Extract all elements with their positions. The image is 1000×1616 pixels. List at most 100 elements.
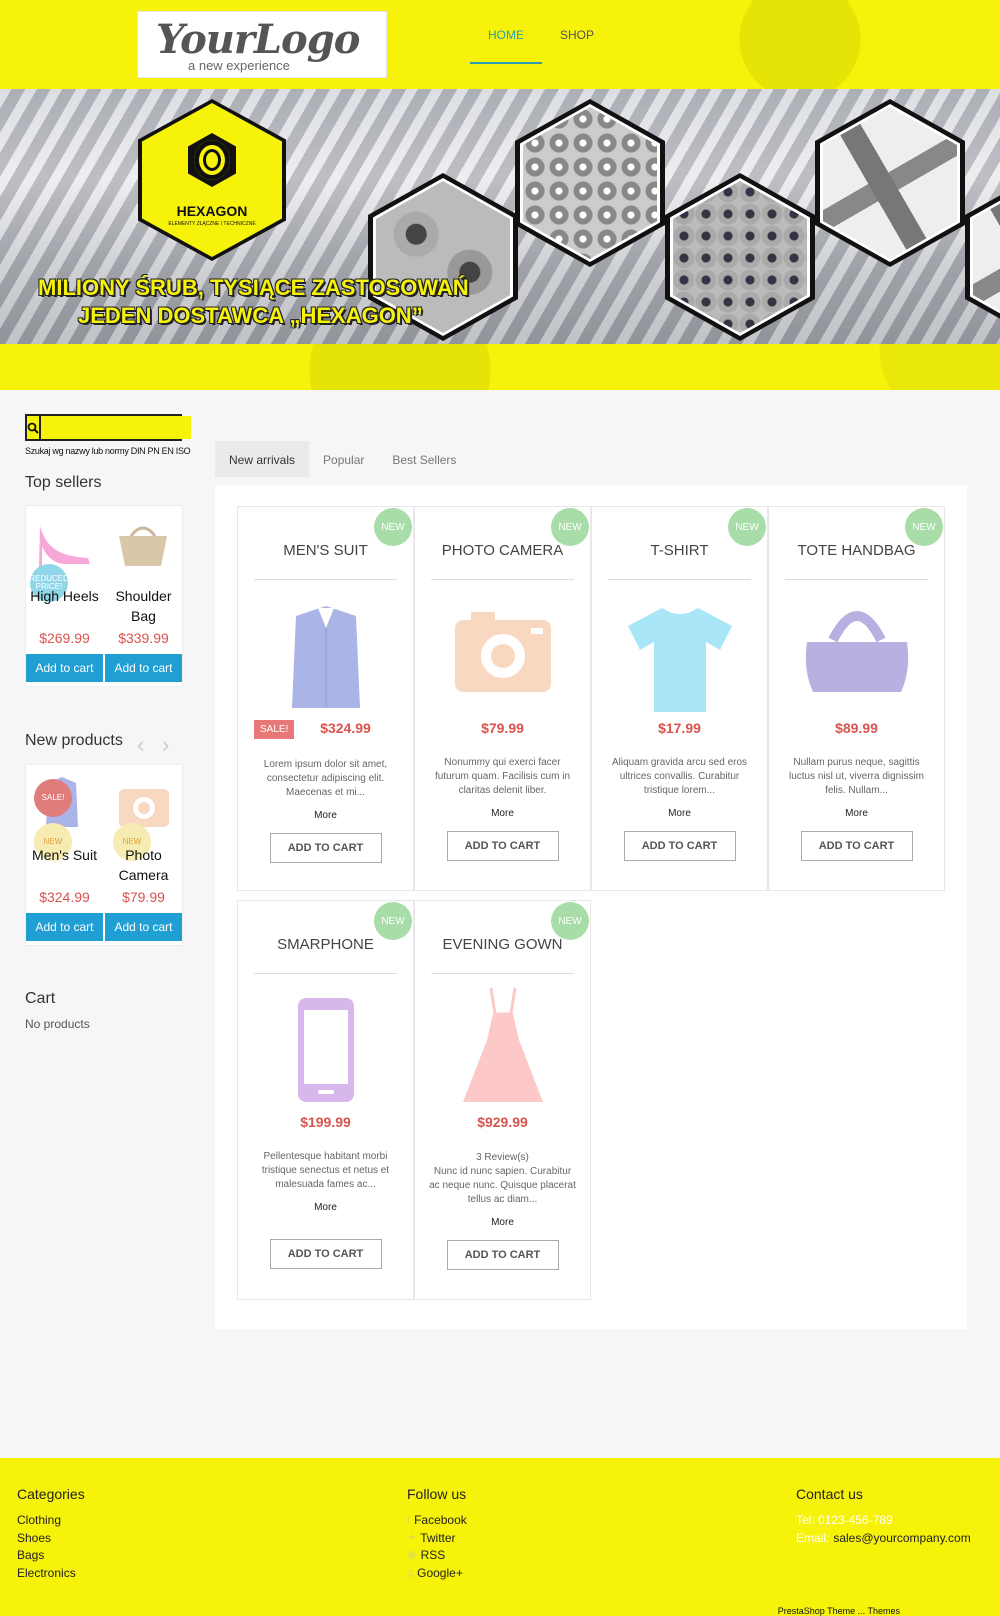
evening-gown-image[interactable] (415, 974, 590, 1114)
contact-email-label: Email: (796, 1530, 830, 1545)
product-description: Nunc id nunc sapien. Curabitur ac neque … (429, 1166, 576, 1205)
footer-categories: Categories Clothing Shoes Bags Electroni… (17, 1486, 85, 1582)
search-button[interactable] (27, 416, 41, 439)
chevron-left-icon[interactable]: ‹ (137, 732, 144, 758)
search-hint: Szukaj wg nazwy lub normy DIN PN EN ISO (25, 446, 191, 456)
more-link[interactable]: More (415, 1217, 590, 1228)
t-shirt-image[interactable] (592, 580, 767, 720)
new-badge: NEW (905, 508, 943, 546)
smartphone-image[interactable] (238, 974, 413, 1114)
logo-text: YourLogo (156, 16, 360, 63)
product-price: $339.99 (118, 630, 169, 646)
google-plus-icon: g (407, 1566, 414, 1579)
photo-camera-image[interactable]: NEW (105, 765, 182, 861)
footer-contact: Contact us Tel: 0123-456-789 Email: sales… (796, 1486, 971, 1547)
add-to-cart-button[interactable]: ADD TO CART (623, 831, 736, 861)
category-link-shoes[interactable]: Shoes (17, 1530, 85, 1548)
add-to-cart-button[interactable]: Add to cart (105, 654, 182, 682)
product-price: $79.99 (481, 720, 524, 736)
category-link-electronics[interactable]: Electronics (17, 1565, 85, 1583)
product-description: Nonummy qui exerci facer futurum quam. F… (434, 757, 571, 796)
cart-title: Cart (25, 990, 56, 1007)
cart-empty-text: No products (25, 1017, 90, 1031)
mens-suit-image[interactable]: SALE! NEW (26, 765, 103, 861)
footer-credit[interactable]: PrestaShop Theme ... Themes (778, 1606, 900, 1616)
main-nav: HOME SHOP (470, 22, 612, 64)
product-card[interactable]: NEW T-SHIRT $17.99 Aliquam gravida arcu … (591, 506, 768, 891)
more-link[interactable]: More (238, 1202, 413, 1213)
product-name[interactable]: Shoulder Bag (105, 586, 182, 626)
top-seller-item[interactable]: Shoulder Bag $339.99 Add to cart (105, 506, 182, 686)
category-link-clothing[interactable]: Clothing (17, 1512, 85, 1530)
add-to-cart-button[interactable]: Add to cart (26, 913, 103, 941)
banner-brand: HEXAGON (176, 203, 248, 219)
footer: Categories Clothing Shoes Bags Electroni… (0, 1458, 1000, 1616)
top-seller-item[interactable]: REDUCED PRICE! High Heels $269.99 Add to… (26, 506, 103, 686)
add-to-cart-button[interactable]: Add to cart (105, 913, 182, 941)
product-name[interactable]: Men's Suit (26, 845, 103, 865)
product-card[interactable]: NEW TOTE HANDBAG $89.99 Nullam purus neq… (768, 506, 945, 891)
photo-camera-image[interactable] (415, 580, 590, 720)
new-badge: NEW (374, 508, 412, 546)
mens-suit-image[interactable] (238, 580, 413, 720)
site-logo[interactable]: YourLogo a new experience (137, 11, 387, 78)
sale-label: SALE! (254, 720, 295, 739)
footer-contact-title: Contact us (796, 1486, 863, 1502)
product-tabs: New arrivals Popular Best Sellers (215, 441, 470, 477)
facebook-label: Facebook (414, 1513, 467, 1527)
more-link[interactable]: More (415, 808, 590, 819)
add-to-cart-button[interactable]: ADD TO CART (800, 831, 913, 861)
tab-new-arrivals[interactable]: New arrivals (215, 441, 310, 477)
search-input[interactable] (41, 416, 191, 439)
contact-email[interactable]: sales@yourcompany.com (833, 1530, 970, 1548)
product-price: $324.99 (39, 889, 90, 905)
new-products-title: New products (25, 732, 123, 749)
twitter-link[interactable]: ✦ Twitter (407, 1530, 467, 1548)
facebook-link[interactable]: f Facebook (407, 1512, 467, 1530)
rss-link[interactable]: ◉ RSS (407, 1547, 467, 1565)
new-product-item[interactable]: NEW Photo Camera $79.99 Add to cart (105, 765, 182, 945)
product-card[interactable]: NEW SMARPHONE $199.99 Pellentesque habit… (237, 900, 414, 1300)
contact-phone: Tel: 0123-456-789 (796, 1513, 893, 1527)
high-heels-image[interactable]: REDUCED PRICE! (26, 506, 103, 602)
product-card[interactable]: NEW EVENING GOWN $929.99 3 Review(s) Nun… (414, 900, 591, 1300)
more-link[interactable]: More (238, 810, 413, 821)
banner-slogan-1: MILIONY ŚRUB, TYSIĄCE ZASTOSOWAŃ (38, 275, 469, 300)
product-description: Nullam purus neque, sagittis luctus nisl… (788, 757, 925, 796)
product-name[interactable]: High Heels (26, 586, 103, 606)
product-price: $89.99 (835, 720, 878, 736)
product-name[interactable]: Photo Camera (105, 845, 182, 885)
category-link-bags[interactable]: Bags (17, 1547, 85, 1565)
tab-best-sellers[interactable]: Best Sellers (378, 441, 470, 477)
new-badge: NEW (728, 508, 766, 546)
product-card[interactable]: NEW PHOTO CAMERA $79.99 Nonummy qui exer… (414, 506, 591, 891)
chevron-right-icon[interactable]: › (162, 732, 169, 758)
tab-popular[interactable]: Popular (309, 441, 378, 477)
nav-shop[interactable]: SHOP (542, 22, 612, 64)
add-to-cart-button[interactable]: Add to cart (26, 654, 103, 682)
new-products-list: SALE! NEW Men's Suit $324.99 Add to cart… (25, 764, 183, 946)
new-badge: NEW (551, 902, 589, 940)
shoulder-bag-image[interactable] (105, 506, 182, 586)
product-card[interactable]: NEW MEN'S SUIT SALE! $324.99 Lorem ipsum… (237, 506, 414, 891)
nav-home[interactable]: HOME (470, 22, 542, 64)
add-to-cart-button[interactable]: ADD TO CART (446, 831, 559, 861)
review-count[interactable]: 3 Review(s) (415, 1152, 590, 1163)
tote-handbag-image[interactable] (769, 580, 944, 720)
sale-badge: SALE! (34, 779, 72, 817)
new-product-item[interactable]: SALE! NEW Men's Suit $324.99 Add to cart (26, 765, 103, 945)
google-plus-label: Google+ (417, 1565, 463, 1580)
add-to-cart-button[interactable]: ADD TO CART (446, 1240, 559, 1270)
hero-banner[interactable]: HEXAGON ELEMENTY ZŁĄCZNE I TECHNICZNE MI… (0, 89, 1000, 344)
add-to-cart-button[interactable]: ADD TO CART (269, 1239, 382, 1269)
product-price: $79.99 (122, 889, 165, 905)
more-link[interactable]: More (592, 808, 767, 819)
new-badge: NEW (551, 508, 589, 546)
twitter-icon: ✦ (407, 1531, 417, 1544)
more-link[interactable]: More (769, 808, 944, 819)
footer-follow-title: Follow us (407, 1486, 467, 1502)
product-price: $324.99 (320, 720, 371, 736)
footer-follow: Follow us f Facebook ✦ Twitter ◉ RSS g Googl… (407, 1486, 467, 1582)
add-to-cart-button[interactable]: ADD TO CART (269, 833, 382, 863)
google-plus-link[interactable]: g Google+ (407, 1565, 467, 1583)
